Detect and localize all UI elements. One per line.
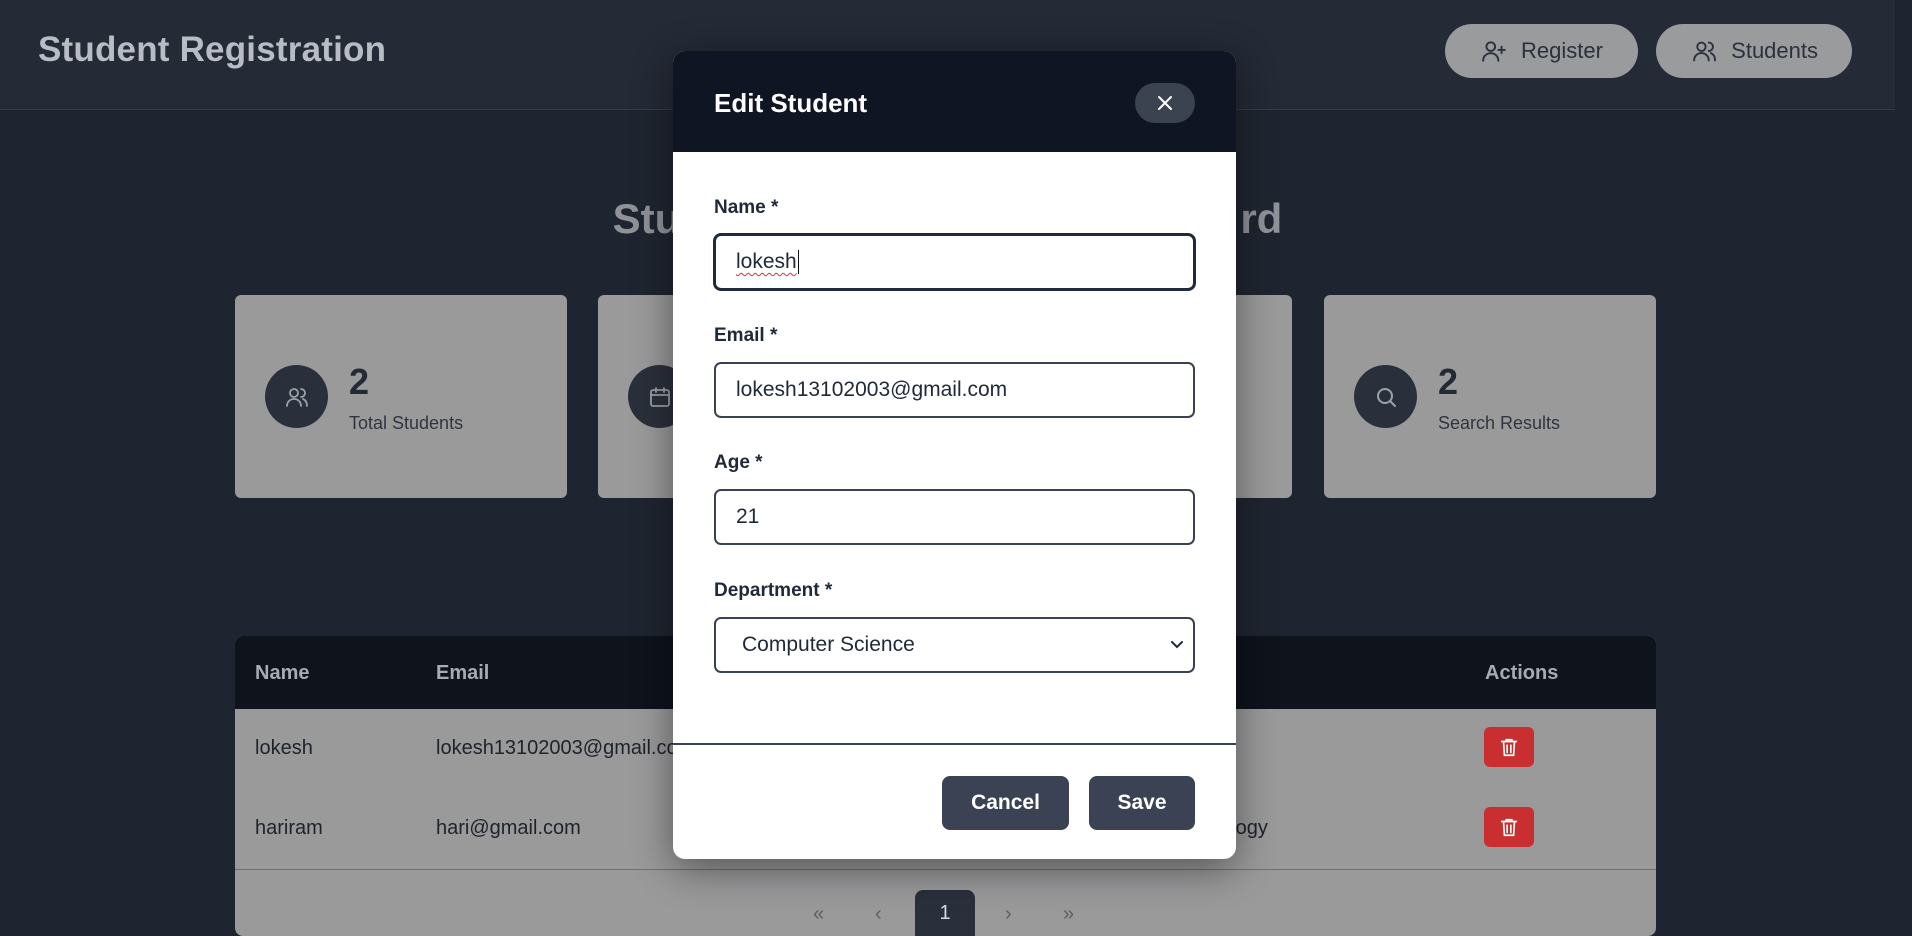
page-scrollbar[interactable] [1895, 0, 1912, 919]
page-first-button[interactable]: « [813, 903, 824, 926]
dashboard-title-left: Stu [612, 195, 681, 242]
name-field[interactable]: lokesh [714, 234, 1195, 290]
cell-name: hariram [255, 817, 323, 839]
column-header-actions: Actions [1485, 662, 1559, 684]
stat-label: Search Results [1438, 413, 1561, 433]
trash-icon [1500, 738, 1518, 757]
column-header-email: Email [436, 662, 490, 684]
age-field[interactable]: 21 [714, 489, 1195, 545]
stat-icon-circle [265, 365, 328, 428]
email-field[interactable]: lokesh13102003@gmail.com [714, 362, 1195, 418]
page-next-button[interactable]: › [1005, 903, 1012, 926]
name-field-value: lokesh [736, 250, 797, 273]
chevron-down-icon [1171, 641, 1183, 649]
department-label: Department * [714, 580, 833, 601]
students-nav-label: Students [1731, 38, 1818, 63]
page-prev-button[interactable]: ‹ [875, 903, 882, 926]
users-icon [1693, 41, 1717, 62]
stat-icon-circle [1354, 365, 1417, 428]
save-button[interactable]: Save [1089, 776, 1195, 830]
delete-button[interactable] [1484, 727, 1534, 767]
department-select[interactable]: Computer Science [714, 617, 1195, 673]
column-header-name: Name [255, 662, 310, 684]
stat-value: 2 [349, 361, 370, 402]
text-caret [797, 250, 799, 274]
register-nav-label: Register [1521, 38, 1603, 63]
page-last-button[interactable]: » [1063, 903, 1074, 926]
age-label: Age * [714, 452, 763, 473]
name-label: Name * [714, 197, 779, 218]
stat-value: 2 [1438, 361, 1459, 402]
cell-name: lokesh [255, 737, 313, 759]
stat-label: Total Students [349, 413, 464, 433]
department-select-value: Computer Science [742, 633, 915, 656]
students-nav-button[interactable]: Students [1656, 24, 1852, 78]
scrollbar-thumb[interactable] [1899, 0, 1908, 919]
modal-close-button[interactable] [1135, 83, 1195, 123]
delete-button[interactable] [1484, 807, 1534, 847]
calendar-icon [649, 386, 670, 407]
modal-header: Edit Student [673, 51, 1236, 152]
email-label: Email * [714, 325, 778, 346]
cancel-button[interactable]: Cancel [942, 776, 1069, 830]
user-plus-icon [1482, 41, 1506, 62]
dashboard-title-right: rd [1240, 195, 1283, 242]
stat-card-total-students: 2 Total Students [235, 295, 567, 498]
edit-student-modal: Edit Student Name * lokesh Email * lokes… [673, 51, 1236, 859]
age-field-value: 21 [736, 505, 760, 528]
email-field-value: lokesh13102003@gmail.com [736, 378, 1008, 401]
modal-footer-divider [673, 743, 1236, 745]
modal-title: Edit Student [714, 88, 868, 118]
trash-icon [1500, 818, 1518, 837]
app-brand[interactable]: Student Registration [38, 30, 386, 70]
cell-email: lokesh13102003@gmail.co [436, 737, 678, 759]
users-icon [285, 387, 308, 407]
stat-card-search-results: 2 Search Results [1324, 295, 1656, 498]
search-icon [1376, 387, 1396, 407]
close-icon [1158, 96, 1172, 110]
register-nav-button[interactable]: Register [1445, 24, 1638, 78]
cell-email: hari@gmail.com [436, 817, 581, 839]
page-current-button[interactable]: 1 [915, 890, 975, 936]
